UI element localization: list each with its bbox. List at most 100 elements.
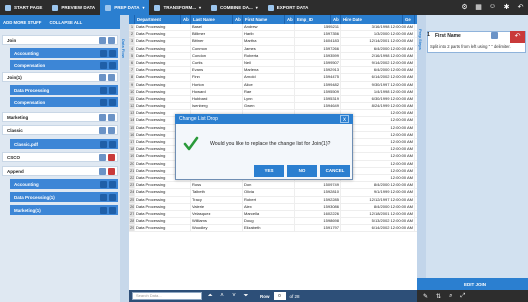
no-button[interactable]: NO: [287, 165, 317, 177]
table-cell[interactable]: Marlena: [243, 67, 295, 74]
table-cell[interactable]: Roberta: [243, 52, 295, 59]
table-cell[interactable]: Alex: [243, 203, 295, 210]
table-cell[interactable]: Data Processing: [135, 225, 191, 232]
table-cell[interactable]: 6/14/2002 12:00:00 AM: [341, 74, 415, 81]
tab-start-page[interactable]: START PAGE: [0, 0, 47, 15]
grid-icon[interactable]: [100, 180, 107, 188]
collapse-all-button[interactable]: COLLAPSE ALL: [49, 20, 82, 25]
data-flow-group[interactable]: Classic: [2, 125, 118, 135]
table-cell[interactable]: Data Processing: [135, 189, 191, 196]
data-flow-vertical-tab[interactable]: Data Flow: [120, 15, 129, 302]
table-cell[interactable]: 1604183: [295, 38, 341, 45]
table-cell[interactable]: 6/14/2002 12:00:00 AM: [341, 225, 415, 232]
expand-icon[interactable]: ⤢: [460, 293, 465, 300]
pencil-icon[interactable]: ✎: [423, 293, 428, 300]
grid-icon[interactable]: [99, 167, 106, 175]
table-cell[interactable]: James: [243, 45, 295, 52]
table-cell[interactable]: Williams: [191, 218, 243, 225]
grid-icon[interactable]: [100, 61, 107, 69]
table-cell[interactable]: 1598698: [295, 218, 341, 225]
options-icon[interactable]: [109, 206, 116, 214]
table-row[interactable]: 3 Data Processing Bittner Martha 1604183 12/1…: [129, 38, 417, 46]
options-icon[interactable]: [108, 113, 115, 121]
table-cell[interactable]: Gwen: [243, 103, 295, 110]
grid-icon[interactable]: [100, 206, 107, 214]
table-row[interactable]: 6 Data Processing Curtis Neil 1599507 9/14/20…: [129, 59, 417, 68]
table-cell[interactable]: Data Processing: [135, 88, 191, 95]
tab-preview-data[interactable]: PREVIEW DATA: [47, 0, 100, 15]
grid-icon[interactable]: [100, 86, 107, 94]
options-icon[interactable]: [109, 61, 116, 69]
table-cell[interactable]: Finn: [191, 74, 243, 81]
table-cell[interactable]: 1594475: [295, 74, 341, 81]
table-cell[interactable]: Arnold: [243, 74, 295, 81]
tab-prep-data[interactable]: PREP DATA ▾: [100, 0, 150, 15]
options-icon[interactable]: [109, 140, 116, 148]
table-row[interactable]: 26 Data Processing Valerie Alex 1593086 8/4/2…: [129, 203, 417, 211]
column-header-ge[interactable]: Ge: [403, 15, 415, 24]
table-row[interactable]: 29 Data Processing Woodley Elizabeth 1591797…: [129, 225, 417, 233]
table-cell[interactable]: 1591797: [295, 225, 341, 232]
options-icon[interactable]: [109, 193, 116, 201]
table-cell[interactable]: Alice: [243, 81, 295, 88]
table-cell[interactable]: 12/18/2001 12:00:00 AM: [341, 210, 415, 218]
table-cell[interactable]: 1592913: [295, 67, 341, 74]
table-cell[interactable]: Data Processing: [135, 59, 191, 67]
gear-icon[interactable]: ✱: [501, 1, 512, 12]
column-header-last-name[interactable]: Last Name: [191, 15, 233, 24]
table-cell[interactable]: 12/12/1997 12:00:00 AM: [341, 196, 415, 203]
column-type-icon[interactable]: Ab: [181, 15, 191, 24]
options-icon[interactable]: [108, 153, 115, 161]
table-cell[interactable]: 6/4/2000 12:00:00 AM: [341, 45, 415, 52]
column-type-icon[interactable]: Ab: [331, 15, 341, 24]
grid-icon[interactable]: [100, 49, 107, 57]
table-cell[interactable]: Data Processing: [135, 24, 191, 31]
table-cell[interactable]: Isenberg: [191, 103, 243, 110]
table-cell[interactable]: Rae: [243, 88, 295, 95]
table-cell[interactable]: Conmon: [191, 45, 243, 52]
table-cell[interactable]: 6/4/2000 12:00:00 AM: [341, 67, 415, 74]
table-cell[interactable]: 1595211: [295, 24, 341, 31]
table-cell[interactable]: Woodley: [191, 225, 243, 232]
table-cell[interactable]: 1592285: [295, 196, 341, 203]
row-number-input[interactable]: 0: [273, 292, 286, 300]
grid-icon[interactable]: [100, 140, 107, 148]
table-cell[interactable]: Tracy: [191, 196, 243, 203]
grid-icon[interactable]: [99, 113, 106, 121]
table-cell[interactable]: Ross: [191, 182, 243, 189]
table-cell[interactable]: 1594649: [295, 103, 341, 110]
options-icon[interactable]: [108, 126, 115, 134]
table-cell[interactable]: Doug: [243, 218, 295, 225]
cancel-button[interactable]: CANCEL: [320, 165, 350, 177]
table-row[interactable]: 23 Data Processing Ross Don 1509749 8/4/2000 …: [129, 182, 417, 190]
table-cell[interactable]: Data Processing: [135, 182, 191, 189]
table-cell[interactable]: 1599482: [295, 81, 341, 88]
table-cell[interactable]: Evans: [191, 67, 243, 74]
close-icon[interactable]: x: [340, 115, 349, 123]
filter-icon[interactable]: ⌕: [449, 293, 452, 300]
table-cell[interactable]: Data Processing: [135, 103, 191, 110]
table-cell[interactable]: 8/4/2000 12:00:00 AM: [341, 182, 415, 189]
data-flow-group[interactable]: Marketing: [2, 112, 118, 122]
table-cell[interactable]: Talbeth: [191, 189, 243, 196]
table-cell[interactable]: Hubbard: [191, 95, 243, 103]
data-flow-source[interactable]: Accounting: [10, 179, 118, 189]
table-cell[interactable]: 3/16/1998 12:00:00 AM: [341, 24, 415, 31]
options-icon[interactable]: [109, 98, 116, 106]
grid-icon[interactable]: [100, 98, 107, 106]
table-cell[interactable]: Curtis: [191, 59, 243, 67]
table-cell[interactable]: Data Processing: [135, 31, 191, 38]
grid-icon[interactable]: [100, 193, 107, 201]
search-data-input[interactable]: Search Data...: [132, 292, 202, 300]
table-cell[interactable]: Harib: [243, 31, 295, 38]
table-cell[interactable]: Data Processing: [135, 67, 191, 74]
table-cell[interactable]: Data Processing: [135, 45, 191, 52]
table-cell[interactable]: 8/24/1999 12:00:00 AM: [341, 103, 415, 110]
table-cell[interactable]: 5/13/2002 12:00:00 AM: [341, 218, 415, 225]
table-cell[interactable]: Horton: [191, 81, 243, 88]
table-cell[interactable]: Bittner: [191, 38, 243, 45]
table-cell[interactable]: 1593086: [295, 203, 341, 210]
data-flow-source[interactable]: Classic.pdf: [10, 139, 118, 149]
edit-join-button[interactable]: EDIT JOIN: [440, 279, 510, 289]
table-cell[interactable]: 9/30/1997 12:00:00 AM: [341, 81, 415, 88]
